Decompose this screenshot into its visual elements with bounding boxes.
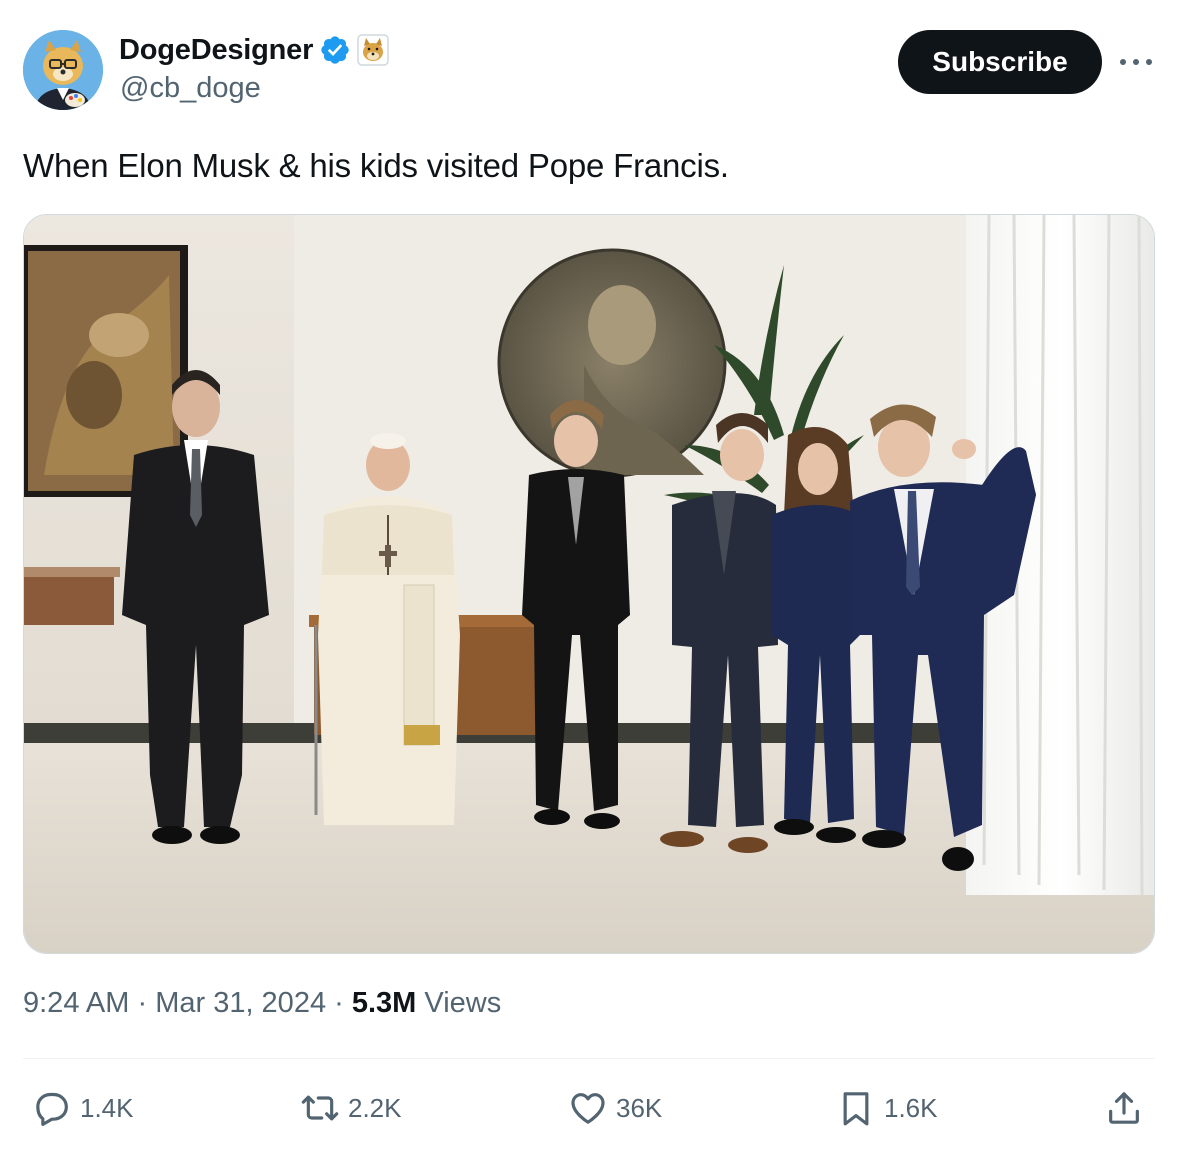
author-handle[interactable]: @cb_doge: [120, 72, 261, 105]
author-display-name[interactable]: DogeDesigner: [119, 34, 313, 67]
reply-button[interactable]: 1.4K: [32, 1086, 134, 1130]
doge-avatar-icon[interactable]: [23, 30, 103, 110]
share-button[interactable]: [1104, 1086, 1144, 1130]
author-name-row: DogeDesigner: [119, 30, 389, 70]
bookmark-icon: [843, 1092, 869, 1126]
repost-count: 2.2K: [348, 1092, 402, 1123]
more-icon[interactable]: [1118, 48, 1154, 76]
heart-icon: [571, 1093, 605, 1124]
repost-button[interactable]: 2.2K: [300, 1086, 402, 1130]
repost-icon: [301, 1095, 339, 1121]
meta-separator: ·: [129, 987, 156, 1019]
tweet-text: When Elon Musk & his kids visited Pope F…: [23, 147, 729, 184]
tweet-time[interactable]: 9:24 AM: [23, 987, 129, 1020]
tweet-date[interactable]: Mar 31, 2024: [155, 987, 326, 1020]
subscribe-button[interactable]: Subscribe: [898, 30, 1102, 94]
tweet-photo[interactable]: [23, 214, 1155, 954]
reply-count: 1.4K: [80, 1092, 134, 1123]
reply-icon: [36, 1092, 68, 1126]
share-icon: [1109, 1092, 1139, 1124]
views-label: Views: [416, 987, 502, 1019]
views-count: 5.3M: [351, 987, 417, 1019]
like-button[interactable]: 36K: [568, 1086, 662, 1130]
divider: [23, 1058, 1155, 1059]
meta-separator: ·: [326, 987, 352, 1019]
bookmark-button[interactable]: 1.6K: [836, 1086, 938, 1130]
verified-badge-icon[interactable]: [319, 34, 351, 66]
tweet-meta: 9:24 AM · Mar 31, 2024 · 5.3M Views: [23, 987, 501, 1020]
doge-affiliate-badge-icon[interactable]: [357, 34, 389, 66]
bookmark-count: 1.6K: [884, 1092, 938, 1123]
like-count: 36K: [616, 1092, 663, 1123]
